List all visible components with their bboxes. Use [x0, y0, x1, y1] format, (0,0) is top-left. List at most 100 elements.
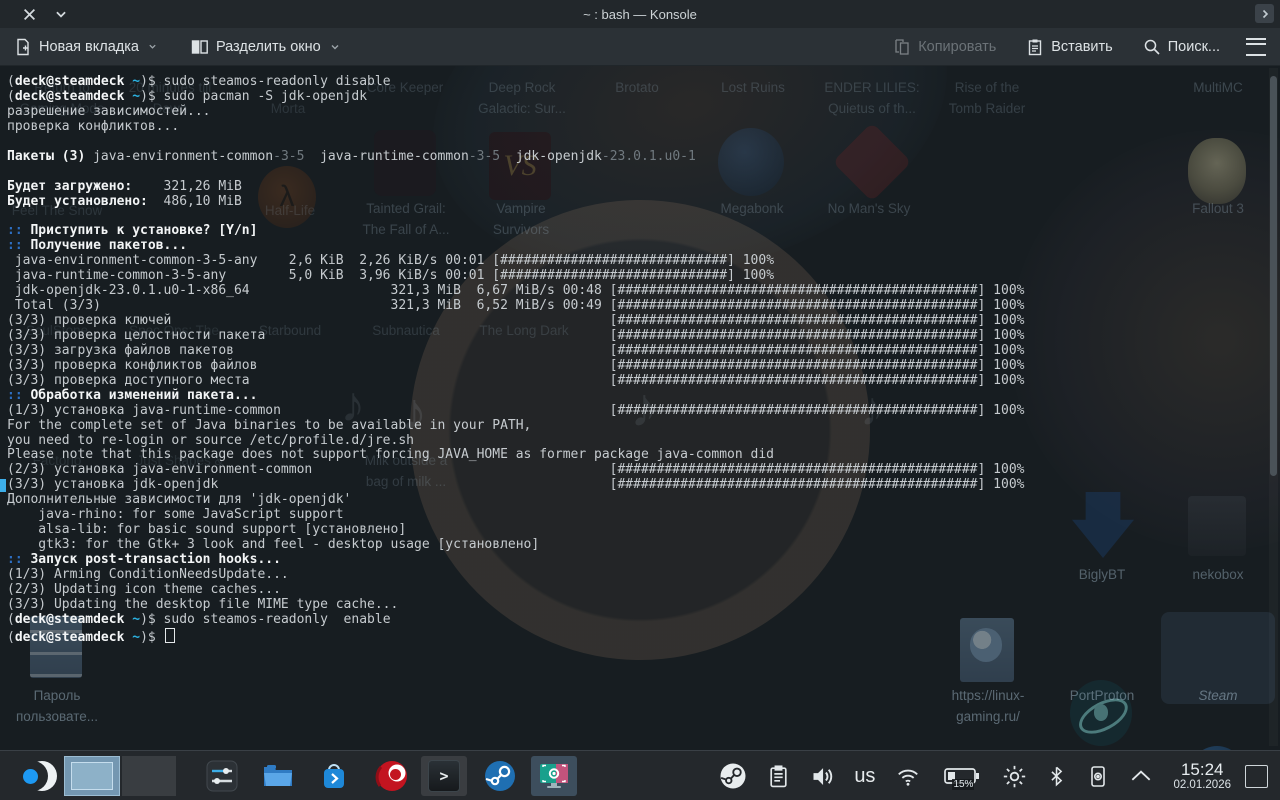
split-window-label: Разделить окно: [216, 39, 321, 55]
app-launcher-button[interactable]: [22, 758, 58, 794]
terminal-line: Total (3/3) 321,3 MiB 6,52 MiB/s 00:49 […: [7, 299, 1025, 314]
discover-icon: [318, 760, 350, 792]
tray-wifi[interactable]: [893, 763, 923, 789]
paste-button[interactable]: Вставить: [1026, 38, 1112, 56]
terminal-line: Please note that this package does not s…: [7, 448, 1025, 463]
taskbar-spectacle[interactable]: [531, 756, 577, 796]
terminal-line: (2/3) Updating icon theme caches...: [7, 583, 1025, 598]
hamburger-icon: [1246, 38, 1266, 56]
terminal-line: [7, 165, 1025, 180]
tray-keyboard-layout[interactable]: us: [854, 765, 875, 788]
tray-bluetooth[interactable]: [1046, 763, 1068, 789]
terminal-line: разрешение зависимостей...: [7, 105, 1025, 120]
new-tab-button[interactable]: Новая вкладка: [14, 38, 157, 56]
browser-icon: [375, 759, 409, 793]
terminal-area[interactable]: (deck@steamdeck ~)$ sudo steamos-readonl…: [0, 66, 1280, 750]
terminal-line: (1/3) Arming ConditionNeedsUpdate...: [7, 568, 1025, 583]
show-desktop-button[interactable]: [1245, 765, 1268, 788]
copy-button[interactable]: Копировать: [893, 38, 996, 56]
volume-icon: [809, 763, 836, 790]
wifi-icon: [893, 763, 923, 789]
tray-expand-arrow[interactable]: [1128, 763, 1154, 789]
terminal-line: (3/3) Updating the desktop file MIME typ…: [7, 598, 1025, 613]
pager-desktop-2[interactable]: [122, 756, 176, 796]
chevron-down-icon: [148, 42, 157, 51]
system-tray: us 15%: [709, 751, 1280, 800]
chevron-right-icon[interactable]: [1255, 4, 1274, 23]
konsole-icon: >: [428, 760, 460, 792]
desktop-root: λVS♪♪♪♪Return toGaming Mode20 minutes ti…: [0, 0, 1280, 800]
menu-button[interactable]: [1246, 38, 1266, 56]
caret-up-icon: [1128, 763, 1154, 789]
terminal-line: (deck@steamdeck ~)$ sudo steamos-readonl…: [7, 613, 1025, 628]
system-settings-icon: [206, 760, 238, 792]
paste-label: Вставить: [1051, 39, 1112, 55]
terminal-line: [7, 135, 1025, 150]
taskbar-konsole[interactable]: >: [421, 756, 467, 796]
terminal-line: gtk3: for the Gtk+ 3 look and feel - des…: [7, 538, 1025, 553]
split-window-button[interactable]: Разделить окно: [191, 38, 340, 56]
toolbar: Новая вкладка Разделить окно: [0, 28, 1280, 66]
terminal-line: (deck@steamdeck ~)$ sudo steamos-readonl…: [7, 75, 1025, 90]
tray-clipboard[interactable]: [766, 764, 791, 789]
virtual-desktop-pager[interactable]: [64, 756, 176, 796]
terminal-line: :: Получение пакетов...: [7, 239, 1025, 254]
tray-steam[interactable]: [718, 761, 748, 791]
clipboard-icon: [766, 764, 791, 789]
pager-desktop-1[interactable]: [64, 756, 120, 796]
steam-icon: [483, 759, 517, 793]
battery-percent-label: 15%: [952, 779, 974, 790]
tray-volume[interactable]: [809, 763, 836, 790]
terminal-line: Пакеты (3) java-environment-common-3-5 j…: [7, 150, 1025, 165]
copy-icon: [893, 38, 911, 56]
bluetooth-icon: [1046, 763, 1068, 789]
taskbar-dolphin[interactable]: [255, 756, 301, 796]
window-title: ~ : bash — Konsole: [0, 0, 1280, 28]
paste-icon: [1026, 38, 1044, 56]
clock-time: 15:24: [1181, 761, 1224, 779]
taskbar-steam[interactable]: [477, 756, 523, 796]
terminal-cursor: [165, 628, 175, 643]
search-label: Поиск...: [1168, 39, 1220, 55]
terminal-line: java-rhino: for some JavaScript support: [7, 508, 1025, 523]
terminal-line: (1/3) установка java-runtime-common [###…: [7, 404, 1025, 419]
tray-clock[interactable]: 15:24 02.01.2026: [1173, 761, 1231, 791]
terminal-line: (2/3) установка java-environment-common …: [7, 463, 1025, 478]
konsole-window: λVS♪♪♪♪Return toGaming Mode20 minutes ti…: [0, 0, 1280, 750]
folder-icon: [261, 760, 295, 792]
terminal-line: (3/3) проверка доступного места [#######…: [7, 374, 1025, 389]
taskbar-discover[interactable]: [311, 756, 357, 796]
taskbar-browser[interactable]: [369, 756, 415, 796]
keyboard-layout-label: us: [854, 765, 875, 788]
terminal-line: you need to re-login or source /etc/prof…: [7, 434, 1025, 449]
search-button[interactable]: Поиск...: [1143, 38, 1220, 56]
terminal-output: (deck@steamdeck ~)$ sudo steamos-readonl…: [7, 75, 1025, 643]
tray-kde-connect[interactable]: [1086, 763, 1110, 790]
scrollbar-thumb[interactable]: [1270, 76, 1277, 476]
terminal-line: :: Запуск post-transaction hooks...: [7, 553, 1025, 568]
brightness-icon: [1001, 763, 1028, 790]
terminal-scrollbar[interactable]: [1269, 68, 1278, 746]
chevron-down-icon: [330, 42, 340, 52]
taskbar-system-settings[interactable]: [199, 756, 245, 796]
clock-date: 02.01.2026: [1173, 779, 1231, 791]
terminal-line: :: Приступить к установке? [Y/n]: [7, 224, 1025, 239]
terminal-line: alsa-lib: for basic sound support [устан…: [7, 523, 1025, 538]
tray-brightness[interactable]: [1001, 763, 1028, 790]
tray-battery[interactable]: 15%: [941, 763, 983, 789]
terminal-line: (deck@steamdeck ~)$: [7, 628, 1025, 643]
titlebar: ~ : bash — Konsole: [0, 0, 1280, 28]
copy-label: Копировать: [918, 39, 996, 55]
terminal-line: Дополнительные зависимости для 'jdk-open…: [7, 493, 1025, 508]
terminal-line: (3/3) проверка конфликтов файлов [######…: [7, 359, 1025, 374]
terminal-line: (3/3) установка jdk-openjdk [###########…: [7, 478, 1025, 493]
terminal-line: (3/3) проверка ключей [#################…: [7, 314, 1025, 329]
terminal-line: jdk-openjdk-23.0.1.u0-1-x86_64 321,3 MiB…: [7, 284, 1025, 299]
terminal-line: Будет установлено: 486,10 MiB: [7, 195, 1025, 210]
steam-tray-icon: [718, 761, 748, 791]
new-tab-icon: [14, 38, 32, 56]
search-icon: [1143, 38, 1161, 56]
terminal-line: Будет загружено: 321,26 MiB: [7, 180, 1025, 195]
terminal-line: java-environment-common-3-5-any 2,6 KiB …: [7, 254, 1025, 269]
terminal-line: [7, 209, 1025, 224]
